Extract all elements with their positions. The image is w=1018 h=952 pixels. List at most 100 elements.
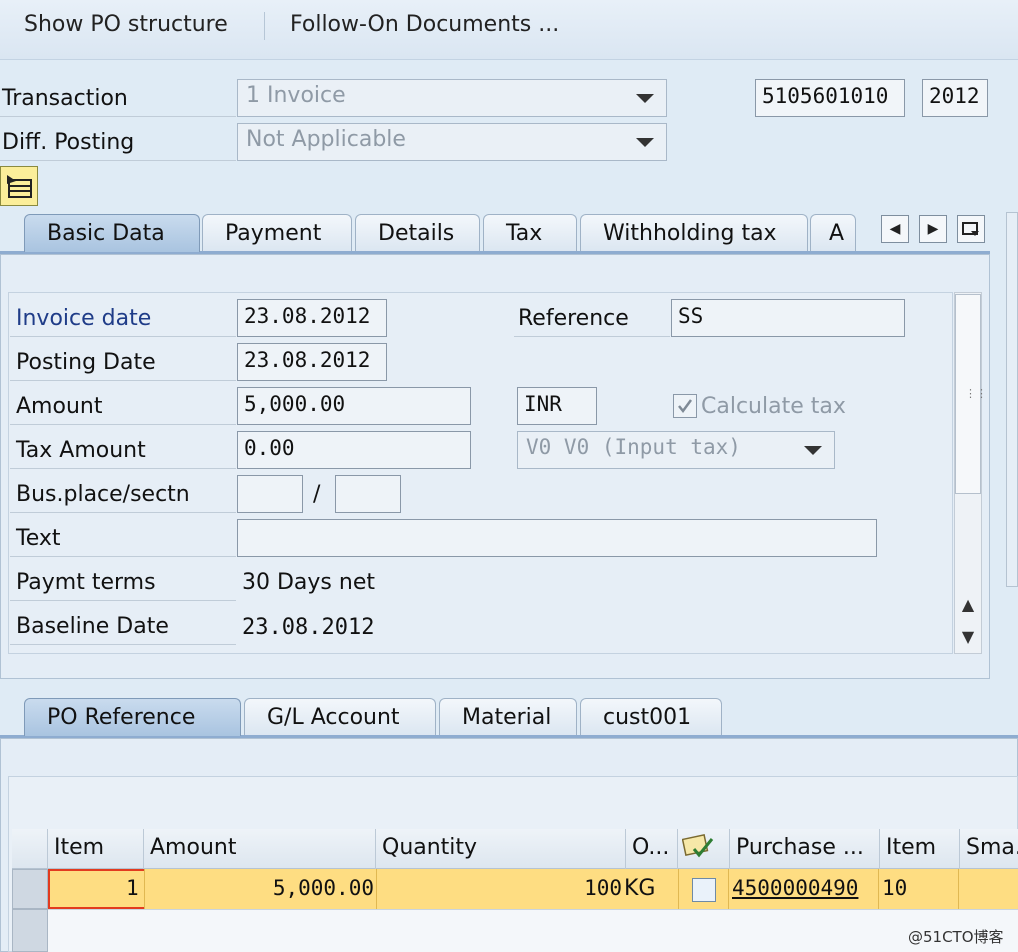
transaction-label: Transaction xyxy=(2,86,128,111)
row-selector[interactable] xyxy=(12,909,48,952)
tab-label: Details xyxy=(378,221,455,246)
invoice-date-input[interactable]: 23.08.2012 xyxy=(237,299,387,337)
scroll-down-button[interactable]: ▼ xyxy=(955,624,981,648)
business-place-input[interactable] xyxy=(237,475,303,513)
bus-place-separator: / xyxy=(313,482,321,507)
row-unit-value[interactable]: KG xyxy=(624,876,655,901)
checklist-icon xyxy=(681,833,714,858)
posting-date-label: Posting Date xyxy=(16,350,156,375)
tab-withholding-tax[interactable]: Withholding tax xyxy=(580,214,808,252)
chevron-right-icon: ▶ xyxy=(927,221,939,237)
triangle-up-icon: ▲ xyxy=(961,594,975,614)
tab-label: Payment xyxy=(225,221,322,246)
text-input[interactable] xyxy=(237,519,877,557)
tab-basic-data[interactable]: Basic Data xyxy=(24,214,200,252)
label-underline xyxy=(0,160,236,161)
row-po-item-value[interactable]: 10 xyxy=(882,876,907,900)
diff-posting-value: Not Applicable xyxy=(246,127,406,152)
watermark: @51CTO博客 xyxy=(908,928,1004,946)
tab-scroll-left-button[interactable]: ◀ xyxy=(881,215,909,243)
section-code-input[interactable] xyxy=(335,475,401,513)
tab-label: Material xyxy=(462,705,552,730)
triangle-down-icon: ▼ xyxy=(961,626,975,646)
scrollbar-thumb[interactable]: ⋮⋮ xyxy=(955,294,987,494)
purchase-order-link[interactable]: 4500000490 xyxy=(732,876,858,900)
column-header-quantity[interactable]: Quantity xyxy=(376,829,626,869)
label-underline xyxy=(10,556,236,557)
tax-code-dropdown[interactable]: V0 V0 (Input tax) xyxy=(517,431,835,469)
tab-list-button[interactable] xyxy=(957,215,985,243)
tab-label: A xyxy=(829,221,845,246)
bus-place-label: Bus.place/sectn xyxy=(16,482,190,507)
amount-label: Amount xyxy=(16,394,103,419)
tab-details[interactable]: Details xyxy=(355,214,480,252)
tab-label: Tax xyxy=(506,221,543,246)
row-item-value[interactable]: 1 xyxy=(126,876,139,900)
tab-scroll-right-button[interactable]: ▶ xyxy=(919,215,947,243)
label-underline xyxy=(514,336,670,337)
label-underline xyxy=(10,424,236,425)
paymt-terms-label: Paymt terms xyxy=(16,570,156,595)
grid-select-all[interactable] xyxy=(12,829,48,869)
reference-input[interactable]: SS xyxy=(671,299,905,337)
column-header-order-unit[interactable]: O... xyxy=(626,829,678,869)
tab-po-reference[interactable]: PO Reference xyxy=(24,698,241,736)
posting-date-input[interactable]: 23.08.2012 xyxy=(237,343,387,381)
currency-input[interactable]: INR xyxy=(517,387,597,425)
cell-divider xyxy=(376,869,377,909)
column-header-purchase-order[interactable]: Purchase ... xyxy=(730,829,880,869)
cell-divider xyxy=(144,869,145,909)
cell-divider xyxy=(678,869,679,909)
scroll-up-button[interactable]: ▲ xyxy=(955,592,981,616)
label-underline xyxy=(0,116,236,117)
cell-divider xyxy=(878,869,879,909)
calculate-tax-checkbox[interactable] xyxy=(673,394,697,418)
toggle-header-button[interactable] xyxy=(0,166,38,206)
toolbar-separator xyxy=(264,12,265,40)
invoice-date-label: Invoice date xyxy=(16,306,152,331)
column-header-po-item[interactable]: Item xyxy=(880,829,960,869)
checkmark-icon xyxy=(678,399,693,414)
calculate-tax-label: Calculate tax xyxy=(701,394,846,419)
tab-cust001[interactable]: cust001 xyxy=(580,698,722,736)
diff-posting-dropdown[interactable]: Not Applicable xyxy=(237,123,667,161)
grid-header: Item Amount Quantity O... Purchase ... I… xyxy=(12,829,1018,869)
tab-tax[interactable]: Tax xyxy=(483,214,577,252)
column-header-amount[interactable]: Amount xyxy=(144,829,376,869)
tab-label: cust001 xyxy=(603,705,692,730)
chevron-down-icon xyxy=(804,446,822,455)
tab-label: PO Reference xyxy=(47,705,196,730)
tab-label: Withholding tax xyxy=(603,221,777,246)
tab-gl-account[interactable]: G/L Account xyxy=(244,698,436,736)
tab-more[interactable]: A xyxy=(810,214,856,252)
tab-payment[interactable]: Payment xyxy=(202,214,352,252)
follow-on-documents-button[interactable]: Follow-On Documents ... xyxy=(290,12,559,37)
label-underline xyxy=(10,380,236,381)
row-selector[interactable] xyxy=(12,869,48,909)
tab-list-icon xyxy=(962,222,979,236)
tax-amount-input[interactable]: 0.00 xyxy=(237,431,471,469)
transaction-value: 1 Invoice xyxy=(246,83,346,108)
row-select-checkbox[interactable] xyxy=(692,878,716,902)
show-po-structure-button[interactable]: Show PO structure xyxy=(24,12,228,37)
column-header-item[interactable]: Item xyxy=(48,829,144,869)
tax-code-value: V0 V0 (Input tax) xyxy=(526,435,741,459)
label-underline xyxy=(10,600,236,601)
tab-label: G/L Account xyxy=(267,705,400,730)
column-header-select[interactable] xyxy=(678,829,730,869)
transaction-dropdown[interactable]: 1 Invoice xyxy=(237,79,667,117)
table-row[interactable] xyxy=(48,909,1018,952)
chevron-down-icon xyxy=(636,94,654,103)
row-amount-value[interactable]: 5,000.00 xyxy=(150,876,374,900)
baseline-date-label: Baseline Date xyxy=(16,614,169,639)
chevron-down-icon xyxy=(636,138,654,147)
cell-divider xyxy=(958,869,959,909)
application-toolbar: Show PO structure Follow-On Documents ..… xyxy=(0,0,1018,60)
chevron-left-icon: ◀ xyxy=(889,221,901,237)
label-underline xyxy=(10,644,236,645)
column-header-sma[interactable]: Sma... xyxy=(960,829,1018,869)
grip-icon: ⋮⋮ xyxy=(965,387,987,400)
tab-material[interactable]: Material xyxy=(439,698,577,736)
row-quantity-value[interactable]: 100 xyxy=(380,876,622,900)
amount-input[interactable]: 5,000.00 xyxy=(237,387,471,425)
